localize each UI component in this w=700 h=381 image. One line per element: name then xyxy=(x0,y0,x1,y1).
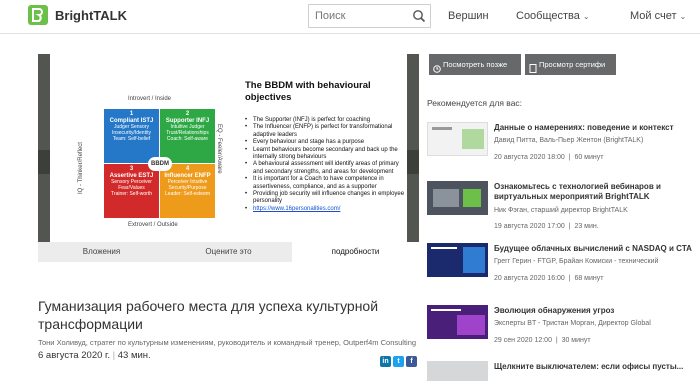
chevron-down-icon: ⌄ xyxy=(679,12,687,21)
video-player[interactable]: Introvert / Inside Extrovert / Outside I… xyxy=(38,54,419,242)
recommended-duration: 68 минут xyxy=(574,275,604,282)
recommended-duration: 60 минут xyxy=(574,154,604,161)
nav-summits[interactable]: Вершин xyxy=(448,10,489,22)
recommended-speaker: Давид Питта, Валь-Пьер Жентон (BrightTAL… xyxy=(494,137,644,144)
bbdm-center-label: BBDM xyxy=(148,157,172,171)
recommended-duration: 30 минут xyxy=(561,337,591,344)
slide-link: https://www.16personalities.com/ xyxy=(253,205,341,212)
presentation-slide: Introvert / Inside Extrovert / Outside I… xyxy=(50,54,407,242)
quadrant-number: 2 xyxy=(185,111,190,117)
recommended-speaker: Ник Фэган, старший директор BrightTALK xyxy=(494,207,628,214)
thumbnail-image[interactable] xyxy=(427,305,488,339)
divider: | xyxy=(112,350,116,361)
recommended-title[interactable]: Эволюция обнаружения угроз xyxy=(494,306,700,316)
thumbnail-image[interactable] xyxy=(427,122,488,156)
player-side-right xyxy=(407,150,419,174)
quadrant-influencer: 4 Influencer ENFP Perceiver Intuitive Se… xyxy=(160,164,215,218)
thumbnail-image[interactable] xyxy=(427,361,488,381)
quadrant-type: Trainer: Self-worth xyxy=(111,191,152,197)
facebook-icon[interactable]: f xyxy=(406,356,417,367)
recommended-date: 19 августа 2020 17:00 | 23 мин. xyxy=(494,223,599,230)
talk-duration: 43 мин. xyxy=(117,350,151,361)
talk-date-duration: 6 августа 2020 г. | 43 мин. xyxy=(38,350,151,361)
recommended-date: 20 августа 2020 18:00 | 60 минут xyxy=(494,154,604,161)
recommended-item[interactable]: Эволюция обнаружения угроз Эксперты BT -… xyxy=(427,305,700,367)
tab-rate[interactable]: Оцените это xyxy=(165,242,292,262)
recommended-duration: 23 мин. xyxy=(574,223,599,230)
recommended-item[interactable]: Щелкните выключателем: если офисы пусты.… xyxy=(427,361,700,381)
slide-bullet: Every behaviour and stage has a purpose xyxy=(245,139,405,147)
thumbnail-image[interactable] xyxy=(427,243,488,277)
tab-details[interactable]: подробности xyxy=(292,242,419,262)
talk-date: 6 августа 2020 г. xyxy=(38,350,110,361)
search-box[interactable] xyxy=(308,4,431,28)
quadrant-number: 1 xyxy=(129,111,134,117)
quadrant-type: Coach: Self-aware xyxy=(166,136,209,142)
recommended-heading: Рекомендуется для вас: xyxy=(427,98,523,108)
share-buttons: in t f xyxy=(378,350,417,368)
slide-bullet-link: https://www.16personalities.com/ xyxy=(245,205,405,214)
twitter-icon[interactable]: t xyxy=(393,356,404,367)
slide-right-label: EQ - Feeler/Aware xyxy=(216,124,222,174)
slide-top-label: Introvert / Inside xyxy=(128,96,172,102)
talk-tabs: Вложения Оцените это подробности xyxy=(38,242,419,262)
thumbnail-image[interactable] xyxy=(427,181,488,215)
slide-left-label: IQ - Thinker/Reflect xyxy=(78,142,84,194)
talk-title: Гуманизация рабочего места для успеха ку… xyxy=(38,298,379,332)
view-certificate-button[interactable]: Просмотр сертифи xyxy=(525,54,616,75)
recommended-date: 29 сен 2020 12:00 | 30 минут xyxy=(494,337,591,344)
recommended-title[interactable]: Щелкните выключателем: если офисы пусты.… xyxy=(494,362,700,372)
nav-summits-label: Вершин xyxy=(448,10,489,22)
recommended-item[interactable]: Будущее облачных вычислений с NASDAQ и C… xyxy=(427,243,700,305)
quadrant-supporter: 2 Supporter INFJ Intuitive Judger Trust/… xyxy=(160,109,215,163)
recommended-title[interactable]: Данные о намерениях: поведение и контекс… xyxy=(494,123,700,133)
recommended-title[interactable]: Будущее облачных вычислений с NASDAQ и C… xyxy=(494,244,700,254)
slide-bottom-label: Extrovert / Outside xyxy=(128,222,178,228)
slide-bullet: The Supporter (INFJ) is perfect for coac… xyxy=(245,117,405,125)
quadrant-assertive: 3 Assertive ESTJ Sensory Perceiver Fear/… xyxy=(104,164,159,218)
recommended-date-text: 29 сен 2020 12:00 xyxy=(494,337,552,344)
nav-my-account[interactable]: Мой счет ⌄ xyxy=(630,10,686,22)
recommended-date-text: 19 августа 2020 17:00 xyxy=(494,223,565,230)
recommended-item[interactable]: Ознакомьтесь с технологией вебинаров и в… xyxy=(427,181,700,243)
document-icon xyxy=(529,60,537,81)
watch-later-button[interactable]: Посмотреть позже xyxy=(429,54,521,75)
recommended-speaker: Грегг Герин - FTGP, Брайан Комиски - тех… xyxy=(494,258,659,265)
nav-my-account-label: Мой счет xyxy=(630,10,677,22)
slide-bullet: Providing job security will influence ch… xyxy=(245,191,405,206)
nav-communities[interactable]: Сообщества ⌄ xyxy=(516,10,590,22)
recommended-item[interactable]: Данные о намерениях: поведение и контекс… xyxy=(427,122,700,184)
quadrant-type: Team: Self-belief xyxy=(112,136,151,142)
player-side-left xyxy=(38,150,50,174)
recommended-date-text: 20 августа 2020 18:00 xyxy=(494,154,565,161)
brand-name[interactable]: BrightTALK xyxy=(55,8,127,23)
recommended-date: 20 августа 2020 16:00 | 68 минут xyxy=(494,275,604,282)
talk-author: Тони Холивуд, стратег по культурным изме… xyxy=(38,338,417,347)
recommended-title[interactable]: Ознакомьтесь с технологией вебинаров и в… xyxy=(494,182,700,202)
watch-later-label: Посмотреть позже xyxy=(443,60,508,69)
search-input[interactable] xyxy=(309,5,409,27)
slide-bullets: The Supporter (INFJ) is perfect for coac… xyxy=(245,117,405,214)
clock-icon xyxy=(433,60,441,81)
quadrant-type: Leader: Self-esteem xyxy=(164,191,211,197)
brighttalk-logo-icon[interactable] xyxy=(28,5,48,25)
slide-bullet: Learnt behaviours become secondary and b… xyxy=(245,147,405,162)
quadrant-compliant: 1 Compliant ISTJ Judger Sensory Insecuri… xyxy=(104,109,159,163)
nav-communities-label: Сообщества xyxy=(516,10,580,22)
slide-title: The BBDM with behavioural objectives xyxy=(245,80,371,103)
slide-bullet: It is important for a Coach to have comp… xyxy=(245,176,405,191)
view-certificate-label: Просмотр сертифи xyxy=(539,60,606,69)
chevron-down-icon: ⌄ xyxy=(582,12,590,21)
recommended-date-text: 20 августа 2020 16:00 xyxy=(494,275,565,282)
slide-bullet: A behavioural assessment will identify a… xyxy=(245,161,405,176)
linkedin-icon[interactable]: in xyxy=(380,356,391,367)
search-icon[interactable] xyxy=(412,9,426,28)
slide-bullet: The Influencer (ENFP) is perfect for tra… xyxy=(245,124,405,139)
tab-attachments[interactable]: Вложения xyxy=(38,242,165,262)
top-header: BrightTALK Вершин Сообщества⌄ Мой счет⌄ xyxy=(0,0,700,34)
recommended-speaker: Эксперты BT - Тристан Морган, Директор G… xyxy=(494,320,651,327)
